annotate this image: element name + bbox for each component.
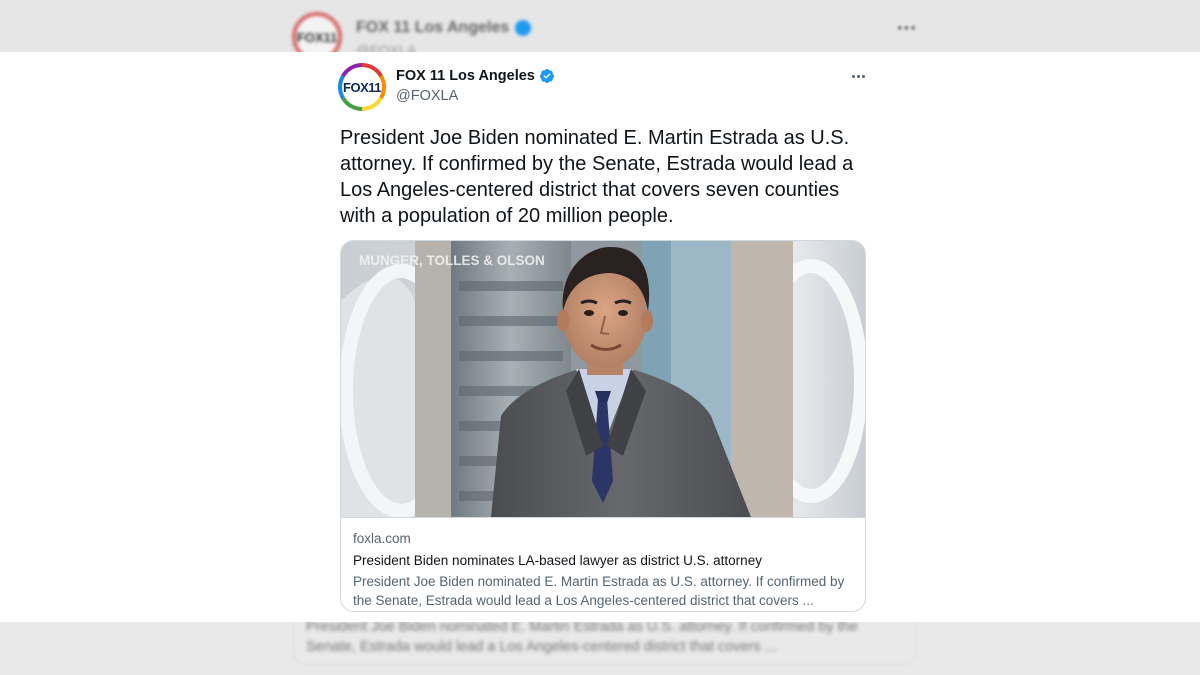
- link-card[interactable]: MUNGER, TOLLES & OLSON foxla.com Preside…: [340, 240, 866, 612]
- verified-badge-icon: [539, 68, 555, 84]
- card-body[interactable]: foxla.com President Biden nominates LA-b…: [341, 517, 865, 610]
- background-tweet-footer: President Joe Biden nominated E. Martin …: [0, 622, 1200, 675]
- more-options-icon[interactable]: [845, 66, 871, 86]
- background-avatar: FOX11: [292, 12, 342, 52]
- display-name[interactable]: FOX 11 Los Angeles: [396, 68, 535, 84]
- card-image-watermark: MUNGER, TOLLES & OLSON: [359, 253, 545, 268]
- avatar[interactable]: FOX11: [338, 63, 386, 111]
- author-handle[interactable]: @FOXLA: [396, 88, 458, 104]
- background-card-description: President Joe Biden nominated E. Martin …: [306, 622, 858, 655]
- background-more-icon: •••: [897, 20, 917, 37]
- card-image[interactable]: MUNGER, TOLLES & OLSON: [341, 241, 865, 517]
- card-domain: foxla.com: [353, 531, 411, 546]
- background-display-name: FOX 11 Los Angeles: [356, 19, 532, 37]
- card-title: President Biden nominates LA-based lawye…: [353, 553, 762, 568]
- card-description: President Joe Biden nominated E. Martin …: [353, 574, 845, 608]
- author-name-row: FOX 11 Los Angeles: [396, 68, 555, 84]
- background-handle: @FOXLA: [356, 42, 417, 52]
- avatar-logo-text: FOX11: [342, 67, 382, 107]
- background-verified-icon: [515, 19, 532, 36]
- tweet-text: President Joe Biden nominated E. Martin …: [340, 127, 854, 227]
- background-tweet-header: FOX11 FOX 11 Los Angeles @FOXLA •••: [0, 0, 1200, 52]
